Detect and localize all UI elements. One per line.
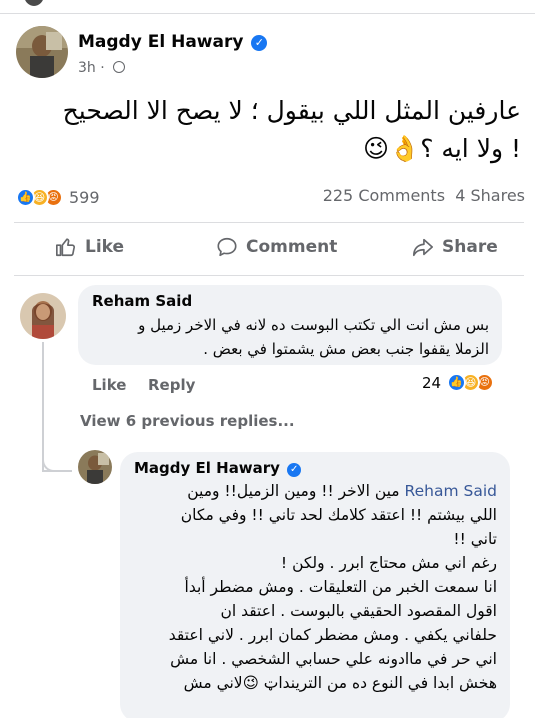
post-author-name[interactable]: Magdy El Hawary ✓ (78, 32, 268, 52)
like-reaction-icon: 👍 (16, 187, 35, 207)
comment-bubble-icon (217, 237, 237, 257)
comment-text-line-2: الزملا يقفوا جنب بعض مش يشمتوا في بعض . (203, 340, 489, 358)
divider-bottom (14, 275, 524, 276)
comment-reactions[interactable]: 24 👍 😆 😡 (422, 373, 495, 392)
reply-text-line-7: حلفاني يكفي . ومش مضطر كمان ابرر . لاني … (168, 626, 497, 644)
verified-badge-icon: ✓ (287, 463, 302, 477)
previous-post-edge (0, 0, 535, 14)
post-reactions[interactable]: 👍 😆 😡 599 (16, 185, 100, 209)
reply-author-avatar[interactable] (78, 450, 112, 484)
comment-like-link[interactable]: Like (92, 376, 126, 394)
reaction-count[interactable]: 599 (69, 188, 100, 207)
reply-author-name[interactable]: Magdy El Hawary ✓ (134, 459, 302, 477)
commenter-avatar[interactable] (20, 293, 66, 339)
reply-text-line-4: رغم اني مش محتاج ابرر . ولكن ! (280, 554, 497, 572)
thumbs-up-icon (56, 238, 76, 257)
comment-reply-link[interactable]: Reply (148, 376, 195, 394)
comment-button-label: Comment (246, 237, 338, 257)
post-text-line-1: عارفين المثل اللي بيقول ؛ لا يصح الا الص… (62, 96, 521, 125)
post-stats: 225 Comments 4 Shares (323, 186, 525, 205)
comment-author-name[interactable]: Reham Said (92, 292, 192, 310)
thread-connector (42, 420, 56, 472)
reply-text-line-1-rest: مين الاخر !! ومين الزميل!! ومين (187, 482, 405, 500)
share-button-label: Share (442, 237, 498, 257)
reply-author-label[interactable]: Magdy El Hawary (134, 459, 280, 477)
divider-top (14, 222, 524, 223)
post-author-avatar[interactable] (16, 26, 68, 78)
reply-text-line-6: اقول المقصود الحقيقي بالبوست . اعتقد ان (220, 602, 497, 620)
like-button-label: Like (85, 237, 125, 257)
reply-text-line-2: اللي بيشتم !! اعتقد كلامك لحد تاني !! وف… (180, 506, 497, 524)
reply-text-line-9: هخش ابدا في النوع ده من الترينداټ 😉لاني … (183, 674, 497, 692)
post-text-line-2: ! ولا ايه ؟👌😉 (363, 134, 521, 163)
post-meta: 3h · (78, 60, 126, 76)
mention-link[interactable]: Reham Said (405, 482, 497, 500)
view-previous-replies-link[interactable]: View 6 previous replies... (80, 412, 295, 430)
reply-text-line-8: اني حر في ماادونه علي حسابي الشخصي . انا… (170, 650, 497, 668)
reply-text-line-1: Reham Said مين الاخر !! ومين الزميل!! وم… (187, 482, 497, 500)
comment-button[interactable]: Comment (216, 236, 337, 258)
share-button[interactable]: Share (412, 236, 498, 258)
comments-count[interactable]: 225 Comments (323, 186, 445, 205)
post-time[interactable]: 3h (78, 60, 96, 76)
like-reaction-icon: 👍 (447, 373, 467, 392)
share-arrow-icon (413, 238, 433, 257)
comment-text-line-1: بس مش انت الي تكتب البوست ده لانه في الا… (138, 316, 489, 334)
reply-text-line-5: انا سمعت الخبر من التعليقات . ومش مضطر أ… (184, 578, 497, 596)
shares-count[interactable]: 4 Shares (455, 186, 525, 205)
previous-avatar-fragment (24, 0, 44, 6)
like-button[interactable]: Like (55, 236, 124, 258)
globe-icon (113, 61, 126, 73)
post-author-label[interactable]: Magdy El Hawary (78, 32, 243, 52)
reply-thread-line (42, 470, 72, 472)
reply-text-line-3: تاني !! (453, 530, 497, 548)
verified-badge-icon: ✓ (251, 35, 268, 51)
comment-reaction-count: 24 (422, 373, 442, 392)
